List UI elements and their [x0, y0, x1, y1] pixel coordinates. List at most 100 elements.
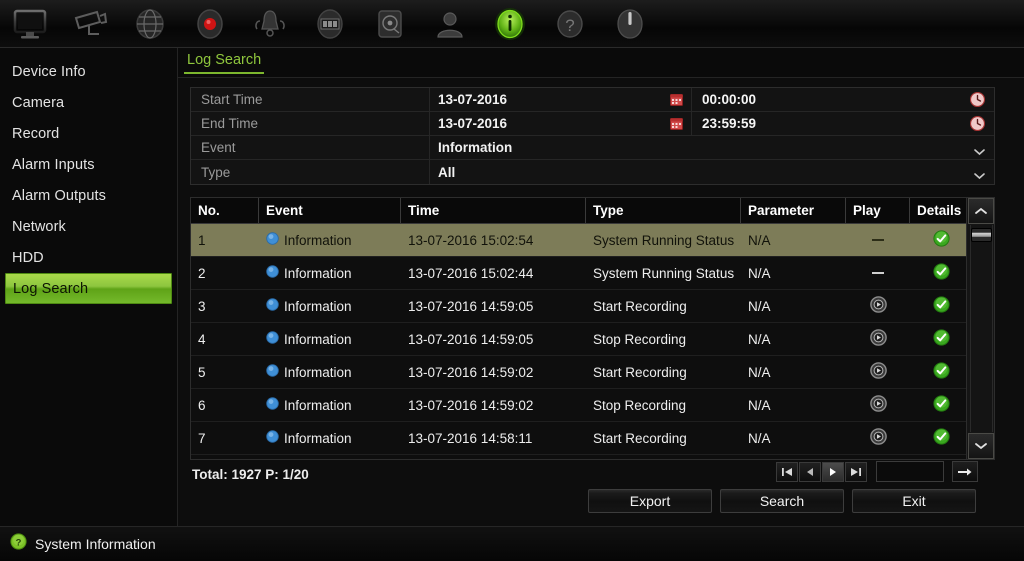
sidebar-item-camera[interactable]: Camera — [5, 87, 172, 118]
sidebar-item-alarm-outputs[interactable]: Alarm Outputs — [5, 180, 172, 211]
cell-play[interactable] — [846, 257, 910, 289]
clock-icon[interactable] — [969, 91, 986, 110]
start-date-value: 13-07-2016 — [438, 92, 508, 107]
cell-parameter: N/A — [748, 397, 771, 413]
cell-parameter: N/A — [748, 430, 771, 446]
network-icon[interactable] — [120, 2, 180, 46]
cell-no: 1 — [198, 232, 206, 248]
main-content-panel: Log Search Start Time 13-07-2016 00:00:0… — [178, 48, 1024, 526]
details-check-icon[interactable] — [932, 263, 950, 283]
play-icon[interactable] — [869, 329, 887, 349]
clock-icon[interactable] — [969, 115, 986, 134]
cell-type: System Running Status — [593, 232, 735, 248]
cell-details[interactable] — [910, 356, 972, 388]
details-check-icon[interactable] — [932, 428, 950, 448]
table-row[interactable]: 2 Information 13-07-2016 15:02:44 System Ru… — [191, 257, 994, 290]
table-row[interactable]: 1 Information 13-07-2016 15:02:54 System Ru… — [191, 224, 994, 257]
event-select[interactable]: Information — [430, 136, 994, 159]
information-icon — [266, 298, 284, 314]
details-check-icon[interactable] — [932, 329, 950, 349]
cell-parameter: N/A — [748, 265, 771, 281]
help-icon[interactable]: ? — [540, 2, 600, 46]
table-row[interactable]: 4 Information 13-07-2016 14:59:05 Stop Reco… — [191, 323, 994, 356]
table-row[interactable]: 3 Information 13-07-2016 14:59:05 Start Rec… — [191, 290, 994, 323]
table-row[interactable]: 6 Information 13-07-2016 14:59:02 Stop Reco… — [191, 389, 994, 422]
chevron-down-icon[interactable] — [974, 144, 985, 159]
play-icon[interactable] — [869, 395, 887, 415]
table-row[interactable]: 5 Information 13-07-2016 14:59:02 Start Rec… — [191, 356, 994, 389]
sidebar-item-log-search[interactable]: Log Search — [5, 273, 172, 304]
power-icon[interactable] — [600, 2, 660, 46]
info-icon[interactable] — [480, 2, 540, 46]
sidebar-item-record[interactable]: Record — [5, 118, 172, 149]
cell-details[interactable] — [910, 422, 972, 454]
last-page-button[interactable] — [845, 461, 867, 482]
sidebar-item-network[interactable]: Network — [5, 211, 172, 242]
record-icon[interactable] — [180, 2, 240, 46]
cell-details[interactable] — [910, 290, 972, 322]
cell-parameter: N/A — [748, 331, 771, 347]
scroll-down-button[interactable] — [968, 433, 994, 459]
cell-details[interactable] — [910, 224, 972, 256]
play-icon[interactable] — [869, 428, 887, 448]
cell-play[interactable] — [846, 323, 910, 355]
end-time-field[interactable]: 23:59:59 — [692, 112, 994, 135]
details-check-icon[interactable] — [932, 395, 950, 415]
cell-play[interactable] — [846, 224, 910, 256]
tab-log-search[interactable]: Log Search — [184, 52, 265, 74]
cell-details[interactable] — [910, 257, 972, 289]
information-icon — [266, 364, 284, 380]
cell-details[interactable] — [910, 389, 972, 421]
calendar-icon[interactable] — [670, 93, 683, 109]
end-time-label: End Time — [191, 112, 430, 135]
cell-play[interactable] — [846, 356, 910, 388]
camera-icon[interactable] — [60, 2, 120, 46]
details-check-icon[interactable] — [932, 230, 950, 250]
scroll-up-button[interactable] — [968, 198, 994, 224]
cell-type: Start Recording — [593, 364, 687, 380]
exit-button[interactable]: Exit — [852, 489, 976, 513]
no-play-dash-icon — [872, 239, 884, 241]
calendar-icon[interactable] — [670, 117, 683, 133]
end-time-row: End Time 13-07-2016 23:59:59 — [191, 112, 994, 136]
type-select[interactable]: All — [430, 160, 994, 184]
first-page-button[interactable] — [776, 461, 798, 482]
go-to-page-button[interactable] — [952, 461, 978, 482]
scrollbar-thumb[interactable] — [971, 228, 992, 242]
start-date-field[interactable]: 13-07-2016 — [430, 88, 692, 111]
cell-play[interactable] — [846, 290, 910, 322]
play-icon[interactable] — [869, 362, 887, 382]
cell-no: 5 — [198, 364, 206, 380]
scrollbar-track[interactable] — [970, 225, 993, 432]
user-icon[interactable] — [420, 2, 480, 46]
sidebar-item-label: Camera — [12, 94, 65, 111]
play-icon[interactable] — [869, 296, 887, 316]
sidebar-item-hdd[interactable]: HDD — [5, 242, 172, 273]
cell-details[interactable] — [910, 323, 972, 355]
main-toolbar: ? — [0, 0, 1024, 48]
end-date-field[interactable]: 13-07-2016 — [430, 112, 692, 135]
table-row[interactable]: 7 Information 13-07-2016 14:58:11 Start Rec… — [191, 422, 994, 455]
hdd-icon[interactable] — [360, 2, 420, 46]
table-scrollbar[interactable] — [966, 198, 994, 459]
chevron-down-icon[interactable] — [974, 168, 985, 183]
sidebar-item-alarm-inputs[interactable]: Alarm Inputs — [5, 149, 172, 180]
previous-page-button[interactable] — [799, 461, 821, 482]
page-number-input[interactable] — [876, 461, 944, 482]
cell-play[interactable] — [846, 422, 910, 454]
monitor-icon[interactable] — [0, 2, 60, 46]
alarm-icon[interactable] — [240, 2, 300, 46]
playback-icon[interactable] — [300, 2, 360, 46]
details-check-icon[interactable] — [932, 362, 950, 382]
event-label: Event — [191, 136, 430, 159]
cell-time: 13-07-2016 15:02:54 — [408, 232, 534, 248]
sidebar-item-label: Log Search — [13, 280, 89, 297]
type-value: All — [438, 164, 456, 180]
search-button[interactable]: Search — [720, 489, 844, 513]
cell-play[interactable] — [846, 389, 910, 421]
details-check-icon[interactable] — [932, 296, 950, 316]
start-time-field[interactable]: 00:00:00 — [692, 88, 994, 111]
sidebar-item-device-info[interactable]: Device Info — [5, 56, 172, 87]
export-button[interactable]: Export — [588, 489, 712, 513]
next-page-button[interactable] — [822, 461, 844, 482]
